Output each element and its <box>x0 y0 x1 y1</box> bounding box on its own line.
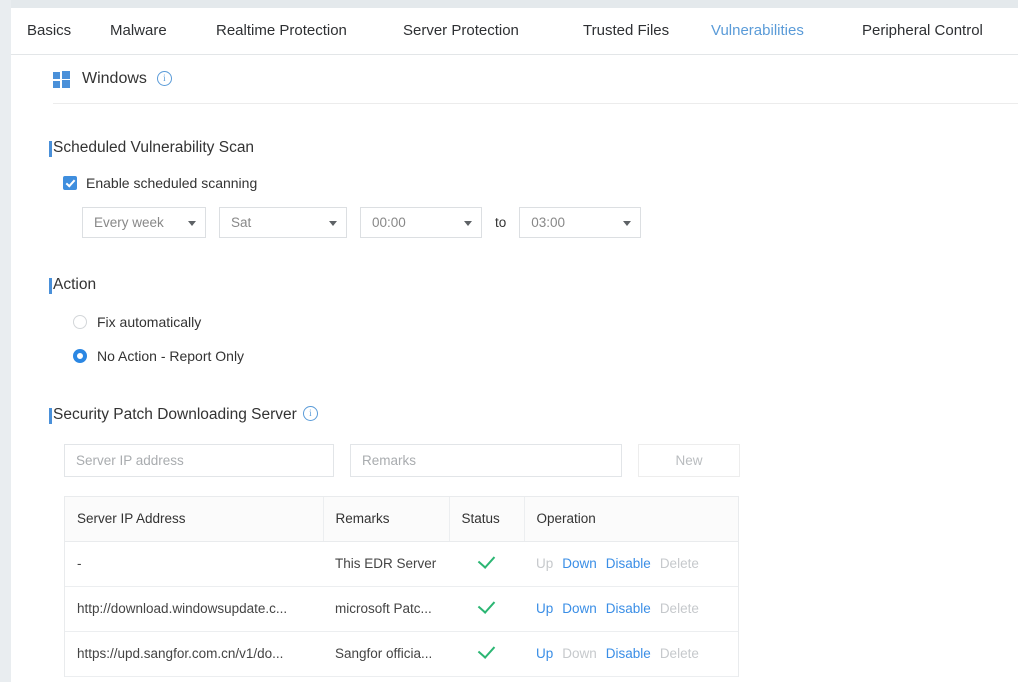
frequency-select[interactable]: Every week <box>82 207 206 238</box>
action-option-no-action[interactable]: No Action - Report Only <box>11 348 1018 364</box>
op-up-link[interactable]: Up <box>536 601 553 616</box>
table-header-row: Server IP Address Remarks Status Operati… <box>65 497 738 542</box>
cell-server-ip: https://upd.sangfor.com.cn/v1/do... <box>65 631 323 677</box>
cell-operation: Up Down Disable Delete <box>524 586 738 632</box>
table-row: https://upd.sangfor.com.cn/v1/do... Sangf… <box>65 631 738 677</box>
window-top-strip <box>0 0 1018 8</box>
patch-server-title-text: Security Patch Downloading Server <box>53 406 297 423</box>
start-time-select-value: 00:00 <box>372 215 406 230</box>
time-range-separator: to <box>495 215 507 230</box>
table-body: - This EDR Server Up Down Disable Delete http:… <box>65 541 738 677</box>
op-down-link[interactable]: Down <box>562 556 597 571</box>
op-disable-link[interactable]: Disable <box>606 601 651 616</box>
op-up-link: Up <box>536 556 554 571</box>
settings-tab-bar: Basics Malware Realtime Protection Server P… <box>11 8 1018 55</box>
tab-realtime-protection[interactable]: Realtime Protection <box>216 8 347 54</box>
action-title-text: Action <box>53 276 97 293</box>
op-down-link[interactable]: Down <box>562 601 597 616</box>
action-title: Action <box>11 276 1018 294</box>
patch-server-table-wrapper: Server IP Address Remarks Status Operati… <box>64 496 739 677</box>
chevron-down-icon <box>188 221 196 226</box>
day-select-value: Sat <box>231 215 252 230</box>
table-row: http://download.windowsupdate.c... micros… <box>65 586 738 632</box>
tab-malware[interactable]: Malware <box>110 8 167 54</box>
cell-status <box>449 586 524 632</box>
vulnerabilities-settings-page: Basics Malware Realtime Protection Server P… <box>0 0 1018 682</box>
column-header-remarks: Remarks <box>323 497 450 542</box>
op-up-link[interactable]: Up <box>536 646 553 661</box>
column-header-server-ip: Server IP Address <box>65 497 324 542</box>
tab-basics[interactable]: Basics <box>27 8 71 54</box>
cell-operation: Up Down Disable Delete <box>524 541 738 587</box>
op-disable-link[interactable]: Disable <box>606 556 651 571</box>
os-platform-label: Windows <box>82 70 147 87</box>
end-time-select-value: 03:00 <box>531 215 566 230</box>
op-delete-link: Delete <box>659 556 699 571</box>
op-disable-link[interactable]: Disable <box>606 646 651 661</box>
cell-status <box>449 541 524 587</box>
settings-content: Windows i Scheduled Vulnerability Scan E… <box>11 55 1018 677</box>
content-panel: Basics Malware Realtime Protection Server P… <box>11 8 1018 682</box>
status-ok-check-icon <box>477 596 496 614</box>
start-time-select[interactable]: 00:00 <box>360 207 482 238</box>
no-action-report-only-radio[interactable] <box>73 349 87 363</box>
frequency-select-value: Every week <box>94 215 164 230</box>
cell-operation: Up Down Disable Delete <box>524 631 738 677</box>
patch-server-table: Server IP Address Remarks Status Operati… <box>65 497 738 677</box>
cell-remarks: microsoft Patc... <box>323 586 449 632</box>
op-delete-link: Delete <box>659 601 699 616</box>
column-header-operation: Operation <box>524 497 738 542</box>
end-time-select[interactable]: 03:00 <box>519 207 642 238</box>
os-info-icon[interactable]: i <box>156 70 172 86</box>
tab-vulnerabilities[interactable]: Vulnerabilities <box>711 8 804 54</box>
scheduled-scan-title-text: Scheduled Vulnerability Scan <box>53 139 255 156</box>
op-down-link: Down <box>562 646 597 661</box>
new-server-button[interactable]: New <box>638 444 740 477</box>
patch-server-title: Security Patch Downloading Server i <box>11 406 1018 424</box>
os-platform-header: Windows i <box>11 55 1018 103</box>
op-delete-link: Delete <box>659 646 699 661</box>
server-ip-input[interactable] <box>64 444 334 477</box>
fix-automatically-radio[interactable] <box>73 315 87 329</box>
cell-status <box>449 631 524 677</box>
tab-peripheral-control[interactable]: Peripheral Control <box>862 8 983 54</box>
enable-scheduled-scanning-label: Enable scheduled scanning <box>86 175 258 191</box>
tab-trusted-files[interactable]: Trusted Files <box>583 8 669 54</box>
cell-remarks: Sangfor officia... <box>323 631 449 677</box>
scheduled-scan-title: Scheduled Vulnerability Scan <box>11 139 1018 157</box>
remarks-input[interactable] <box>350 444 622 477</box>
column-header-status: Status <box>449 497 525 542</box>
patch-server-info-icon[interactable]: i <box>302 406 318 422</box>
status-ok-check-icon <box>477 641 496 659</box>
table-header: Server IP Address Remarks Status Operati… <box>65 497 738 542</box>
chevron-down-icon <box>329 221 337 226</box>
action-option-fix-automatically[interactable]: Fix automatically <box>11 314 1018 330</box>
status-ok-check-icon <box>477 551 496 569</box>
cell-remarks: This EDR Server <box>323 541 449 587</box>
patch-server-add-form: New <box>11 444 1018 477</box>
chevron-down-icon <box>464 221 472 226</box>
cell-server-ip: - <box>65 541 323 587</box>
cell-server-ip: http://download.windowsupdate.c... <box>65 586 323 632</box>
enable-scheduled-scanning-row[interactable]: Enable scheduled scanning <box>11 175 1018 191</box>
chevron-down-icon <box>623 221 632 226</box>
schedule-selectors-row: Every week Sat 00:00 to 03:00 <box>11 207 1018 238</box>
windows-logo-icon <box>53 70 70 88</box>
day-select[interactable]: Sat <box>219 207 347 238</box>
os-header-divider <box>53 103 1018 104</box>
table-row: - This EDR Server Up Down Disable Delete <box>65 541 738 587</box>
enable-scheduled-scanning-checkbox[interactable] <box>63 176 77 190</box>
fix-automatically-label: Fix automatically <box>97 314 202 330</box>
left-gutter <box>0 0 11 682</box>
tab-server-protection[interactable]: Server Protection <box>403 8 519 54</box>
no-action-report-only-label: No Action - Report Only <box>97 348 245 364</box>
